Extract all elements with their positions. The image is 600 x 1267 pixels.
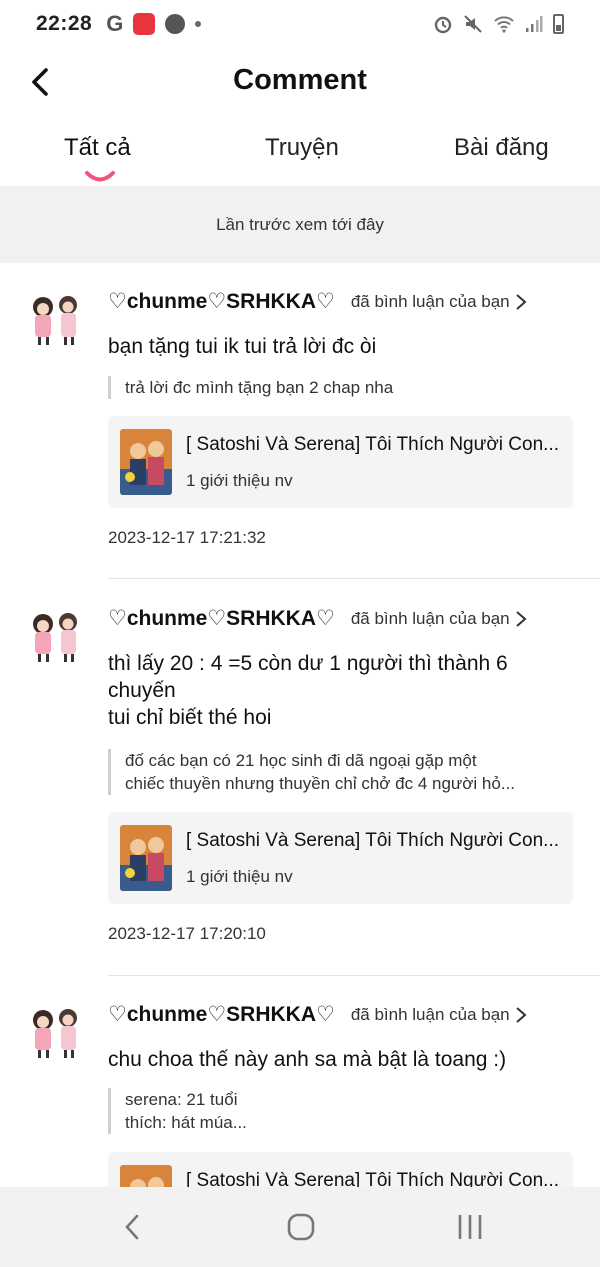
- more-notifications-icon: [195, 21, 202, 27]
- comment-header: ♡chunme♡SRHKKA♡ đã bình luận của bạn: [108, 289, 578, 314]
- comment-line: chuyến: [108, 679, 176, 702]
- tab-post[interactable]: Bài đăng: [454, 134, 549, 162]
- story-cover-image: [120, 429, 172, 495]
- chevron-right-icon[interactable]: [514, 293, 528, 311]
- comment-timestamp: 2023-12-17 17:20:10: [108, 924, 266, 943]
- story-title: [ Satoshi Và Serena] Tôi Thích Người Con…: [186, 830, 559, 851]
- status-time: 22:28: [36, 12, 93, 35]
- username[interactable]: ♡chunme♡SRHKKA♡: [108, 606, 335, 631]
- comment-line: bạn tặng tui ik tui trả lời đc òi: [108, 335, 377, 358]
- app-header: Comment: [0, 52, 600, 112]
- recent-apps-icon: [458, 1215, 482, 1239]
- status-bar: 22:28 G: [0, 0, 600, 48]
- username[interactable]: ♡chunme♡SRHKKA♡: [108, 1002, 335, 1027]
- tab-bar: Tất cả Truyện Bài đăng: [0, 128, 600, 186]
- quote-line: thích: hát múa...: [125, 1113, 247, 1132]
- nav-home-button[interactable]: [281, 1209, 321, 1245]
- comment-timestamp: 2023-12-17 17:21:32: [108, 528, 266, 547]
- story-card[interactable]: [ Satoshi Và Serena] Tôi Thích Người Con…: [108, 812, 573, 904]
- chevron-right-icon[interactable]: [514, 1006, 528, 1024]
- comment-line: chu choa thế này anh sa mà bật là toang …: [108, 1048, 507, 1071]
- tab-story[interactable]: Truyện: [265, 134, 339, 162]
- tab-active-indicator: [85, 171, 115, 182]
- home-icon: [287, 1213, 315, 1241]
- story-title: [ Satoshi Và Serena] Tôi Thích Người Con…: [186, 434, 559, 455]
- divider: [108, 578, 600, 579]
- avatar: [33, 1009, 77, 1058]
- messenger-icon: [165, 14, 186, 34]
- comment-line: tui chỉ biết thé hoi: [108, 706, 272, 729]
- battery-icon: [553, 14, 564, 34]
- story-cover-image: [120, 825, 172, 891]
- chevron-right-icon[interactable]: [514, 610, 528, 628]
- comment-item[interactable]: ♡chunme♡SRHKKA♡ đã bình luận của bạn bạn…: [0, 263, 600, 579]
- comment-line: thì lấy 20 : 4 =5 còn dư 1 người thì thà…: [108, 652, 508, 675]
- comment-item[interactable]: ♡chunme♡SRHKKA♡ đã bình luận của bạn chu…: [0, 976, 600, 1187]
- avatar: [33, 296, 77, 345]
- mute-icon: [464, 15, 482, 33]
- comment-text: bạn tặng tui ik tui trả lời đc òi: [108, 333, 573, 360]
- comment-header: ♡chunme♡SRHKKA♡ đã bình luận của bạn: [108, 1002, 578, 1027]
- story-chapter: 1 giới thiệu nv: [186, 471, 293, 490]
- quote-line: đố các bạn có 21 học sinh đi dã ngoại gặ…: [125, 751, 477, 770]
- quote-line: chiếc thuyền nhưng thuyền chỉ chở đc 4 n…: [125, 774, 516, 793]
- tab-all[interactable]: Tất cả: [64, 134, 131, 162]
- notification-icons: G: [106, 11, 202, 37]
- page-title: Comment: [233, 64, 367, 96]
- nav-recents-button[interactable]: [450, 1209, 490, 1245]
- comment-action-text: đã bình luận của bạn: [350, 291, 510, 311]
- story-card[interactable]: [ Satoshi Và Serena] Tôi Thích Người Con…: [108, 416, 573, 508]
- avatar: [33, 613, 77, 662]
- chevron-left-icon: [125, 1214, 139, 1240]
- last-seen-banner: Lần trước xem tới đây: [0, 186, 600, 263]
- comment-item[interactable]: ♡chunme♡SRHKKA♡ đã bình luận của bạn thì…: [0, 580, 600, 976]
- story-title: [ Satoshi Và Serena] Tôi Thích Người Con…: [186, 1170, 559, 1187]
- system-nav-bar: [0, 1187, 600, 1267]
- quote-line: trả lời đc mình tặng bạn 2 chap nha: [125, 378, 394, 397]
- quoted-reply: trả lời đc mình tặng bạn 2 chap nha: [108, 376, 573, 399]
- quoted-reply: đố các bạn có 21 học sinh đi dã ngoại gặ…: [108, 749, 573, 795]
- wifi-icon: [494, 16, 514, 33]
- alarm-icon: [434, 16, 452, 34]
- comment-action-text: đã bình luận của bạn: [350, 608, 510, 628]
- story-card[interactable]: [ Satoshi Và Serena] Tôi Thích Người Con…: [108, 1152, 573, 1187]
- quote-line: serena: 21 tuổi: [125, 1090, 238, 1109]
- signal-icon: [526, 16, 543, 32]
- manga-app-icon: [133, 13, 156, 35]
- comment-action-text: đã bình luận của bạn: [350, 1004, 510, 1024]
- comment-text: chu choa thế này anh sa mà bật là toang …: [108, 1046, 573, 1073]
- comment-header: ♡chunme♡SRHKKA♡ đã bình luận của bạn: [108, 606, 578, 631]
- quoted-reply: serena: 21 tuổi thích: hát múa...: [108, 1088, 573, 1134]
- google-icon: G: [106, 11, 124, 36]
- story-cover-image: [120, 1165, 172, 1187]
- story-chapter: 1 giới thiệu nv: [186, 867, 293, 886]
- system-icons: [433, 14, 564, 34]
- nav-back-button[interactable]: [112, 1209, 152, 1245]
- comment-text: thì lấy 20 : 4 =5 còn dư 1 người thì thà…: [108, 650, 573, 731]
- username[interactable]: ♡chunme♡SRHKKA♡: [108, 289, 335, 314]
